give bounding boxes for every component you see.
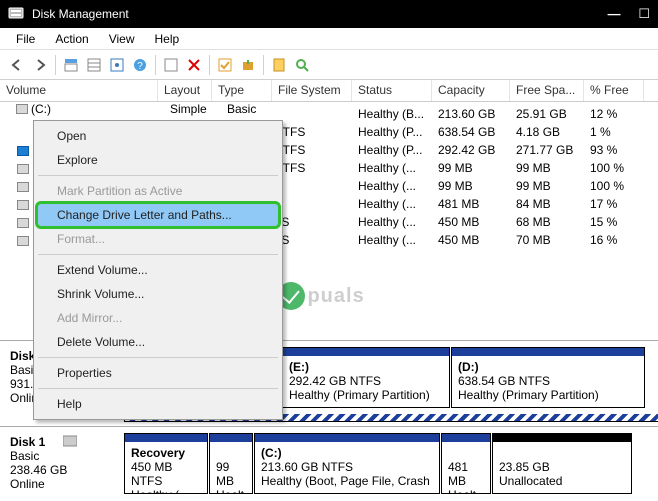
settings-icon[interactable] bbox=[106, 54, 128, 76]
help-icon[interactable]: ? bbox=[129, 54, 151, 76]
col-freespace[interactable]: Free Spa... bbox=[510, 80, 584, 101]
table-row[interactable]: Healthy (B...213.60 GB25.91 GB12 % bbox=[352, 106, 644, 124]
menubar: File Action View Help bbox=[0, 28, 658, 50]
volume-icon bbox=[17, 218, 29, 228]
disk-management-icon bbox=[8, 5, 24, 24]
window-title: Disk Management bbox=[32, 7, 129, 21]
volume-table-body: Healthy (B...213.60 GB25.91 GB12 % Healt… bbox=[352, 106, 644, 250]
check-icon[interactable] bbox=[214, 54, 236, 76]
toolbar: ? bbox=[0, 50, 658, 80]
svg-text:?: ? bbox=[137, 61, 143, 72]
menu-help[interactable]: Help bbox=[145, 30, 190, 48]
menu-view[interactable]: View bbox=[99, 30, 145, 48]
ctx-change-drive-letter[interactable]: Change Drive Letter and Paths... bbox=[37, 203, 279, 227]
back-button[interactable] bbox=[6, 54, 28, 76]
disk1-row: Disk 1 Basic 238.46 GB Online Recovery45… bbox=[0, 426, 658, 500]
disk1-header[interactable]: Disk 1 Basic 238.46 GB Online bbox=[0, 427, 124, 500]
ctx-explore[interactable]: Explore bbox=[37, 148, 279, 172]
ctx-delete-volume[interactable]: Delete Volume... bbox=[37, 330, 279, 354]
cell-layout: Simple bbox=[170, 102, 224, 116]
separator bbox=[38, 175, 278, 176]
ctx-add-mirror: Add Mirror... bbox=[37, 306, 279, 330]
table-row[interactable]: Healthy (...450 MB68 MB15 % bbox=[352, 214, 644, 232]
col-pctfree[interactable]: % Free bbox=[584, 80, 644, 101]
cell-type: Basic bbox=[227, 102, 287, 116]
menu-action[interactable]: Action bbox=[45, 30, 98, 48]
partition-d[interactable]: (D:)638.54 GB NTFSHealthy (Primary Parti… bbox=[451, 347, 645, 408]
maximize-button[interactable]: ☐ bbox=[638, 6, 650, 22]
volume-table-header: Volume Layout Type File System Status Ca… bbox=[0, 80, 658, 102]
partition[interactable]: 99 MBHealt bbox=[209, 433, 253, 494]
partition[interactable]: 481 MBHealt bbox=[441, 433, 491, 494]
wizard-icon[interactable] bbox=[237, 54, 259, 76]
layout-list-icon[interactable] bbox=[83, 54, 105, 76]
volume-icon bbox=[16, 104, 28, 114]
volume-icon bbox=[17, 164, 29, 174]
partition-unallocated[interactable]: 23.85 GBUnallocated bbox=[492, 433, 632, 494]
ctx-extend-volume[interactable]: Extend Volume... bbox=[37, 258, 279, 282]
col-filesystem[interactable]: File System bbox=[272, 80, 352, 101]
minimize-button[interactable]: ─ bbox=[608, 4, 621, 25]
table-row[interactable]: Healthy (P...638.54 GB4.18 GB1 % bbox=[352, 124, 644, 142]
separator bbox=[38, 254, 278, 255]
col-layout[interactable]: Layout bbox=[158, 80, 212, 101]
partition-e[interactable]: (E:)292.42 GB NTFSHealthy (Primary Parti… bbox=[282, 347, 450, 408]
volume-icon-selected bbox=[17, 146, 29, 156]
table-row[interactable]: Healthy (...481 MB84 MB17 % bbox=[352, 196, 644, 214]
table-row[interactable]: Healthy (P...292.42 GB271.77 GB93 % bbox=[352, 142, 644, 160]
layout-top-icon[interactable] bbox=[60, 54, 82, 76]
table-row[interactable]: (C:) Simple Basic bbox=[16, 102, 287, 116]
context-menu: Open Explore Mark Partition as Active Ch… bbox=[33, 120, 283, 420]
partition-recovery[interactable]: Recovery450 MB NTFSHealthy (... bbox=[124, 433, 208, 494]
forward-button[interactable] bbox=[29, 54, 51, 76]
volume-icon bbox=[17, 182, 29, 192]
col-status[interactable]: Status bbox=[352, 80, 432, 101]
ctx-shrink-volume[interactable]: Shrink Volume... bbox=[37, 282, 279, 306]
ctx-properties[interactable]: Properties bbox=[37, 361, 279, 385]
delete-icon[interactable] bbox=[183, 54, 205, 76]
volume-icon bbox=[17, 236, 29, 246]
separator bbox=[38, 388, 278, 389]
ctx-open[interactable]: Open bbox=[37, 124, 279, 148]
volume-icon bbox=[17, 200, 29, 210]
col-capacity[interactable]: Capacity bbox=[432, 80, 510, 101]
search-icon[interactable] bbox=[291, 54, 313, 76]
properties-icon[interactable] bbox=[268, 54, 290, 76]
ctx-format: Format... bbox=[37, 227, 279, 251]
table-row[interactable]: Healthy (...99 MB99 MB100 % bbox=[352, 160, 644, 178]
ctx-help[interactable]: Help bbox=[37, 392, 279, 416]
col-type[interactable]: Type bbox=[212, 80, 272, 101]
table-row[interactable]: Healthy (...450 MB70 MB16 % bbox=[352, 232, 644, 250]
refresh-icon[interactable] bbox=[160, 54, 182, 76]
cell-volume: (C:) bbox=[31, 102, 167, 116]
titlebar: Disk Management ─ ☐ bbox=[0, 0, 658, 28]
menu-file[interactable]: File bbox=[6, 30, 45, 48]
ctx-mark-active: Mark Partition as Active bbox=[37, 179, 279, 203]
separator bbox=[38, 357, 278, 358]
col-volume[interactable]: Volume bbox=[0, 80, 158, 101]
partition-c[interactable]: (C:)213.60 GB NTFSHealthy (Boot, Page Fi… bbox=[254, 433, 440, 494]
table-row[interactable]: Healthy (...99 MB99 MB100 % bbox=[352, 178, 644, 196]
